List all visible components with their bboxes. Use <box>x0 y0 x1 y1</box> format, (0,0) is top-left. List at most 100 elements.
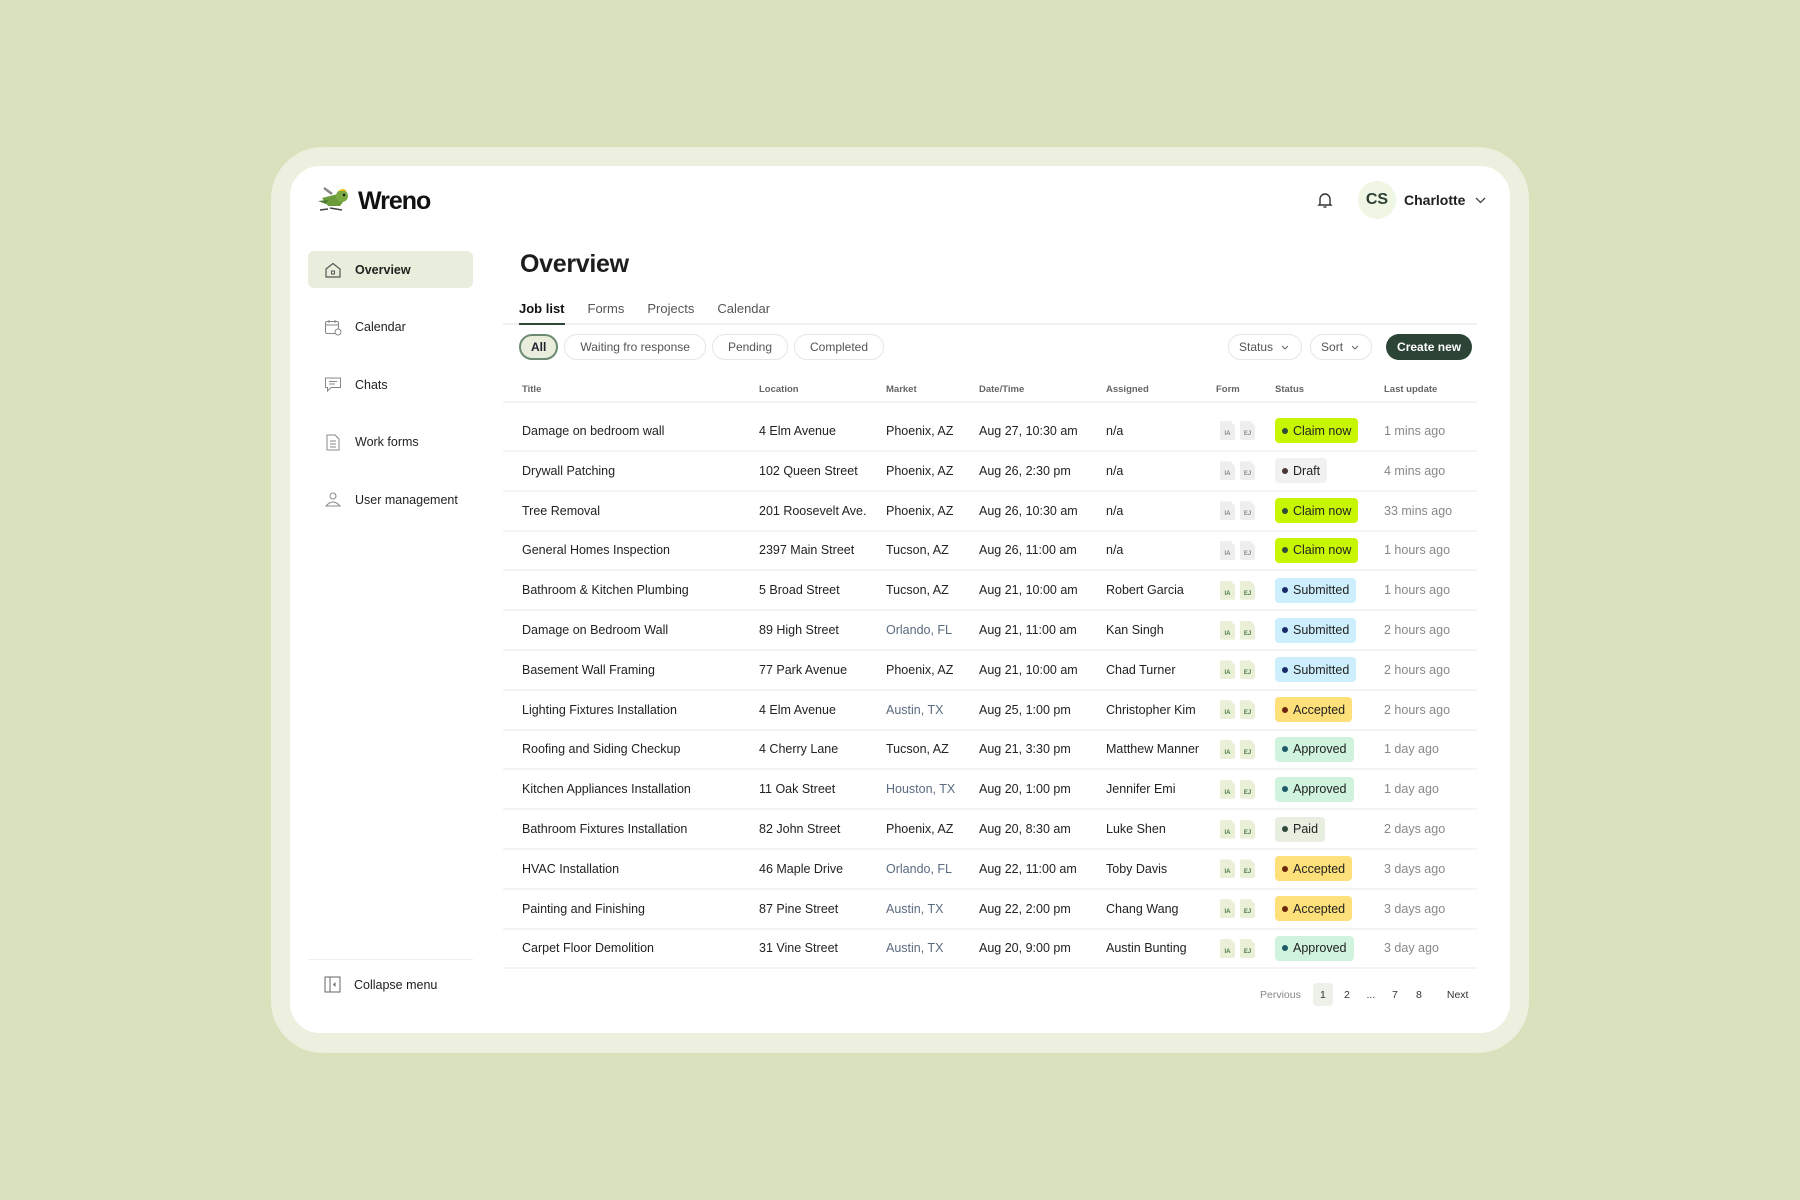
header-location[interactable]: Location <box>759 384 886 395</box>
job-title[interactable]: Damage on bedroom wall <box>503 424 759 438</box>
job-title[interactable]: Lighting Fixtures Installation <box>503 703 759 717</box>
notifications-button[interactable] <box>1310 185 1340 215</box>
form-file-icon[interactable]: IA <box>1220 421 1235 440</box>
table-row[interactable]: HVAC Installation 46 Maple Drive Orlando… <box>503 850 1477 890</box>
form-file-icon[interactable]: EJ <box>1240 779 1255 799</box>
header-last-update[interactable]: Last update <box>1384 384 1477 395</box>
job-title[interactable]: Tree Removal <box>503 504 759 518</box>
form-file-icon[interactable]: IA <box>1220 899 1235 919</box>
header-date[interactable]: Date/Time <box>979 384 1106 395</box>
table-row[interactable]: Basement Wall Framing 77 Park Avenue Pho… <box>503 651 1477 691</box>
filter-all[interactable]: All <box>519 334 559 360</box>
form-file-icon[interactable]: IA <box>1220 779 1235 799</box>
page-button[interactable]: 1 <box>1312 983 1333 1006</box>
header-title[interactable]: Title <box>503 384 759 395</box>
job-title[interactable]: Painting and Finishing <box>503 902 759 916</box>
previous-page-button[interactable]: Pervious <box>1260 989 1301 1001</box>
table-row[interactable]: Roofing and Siding Checkup 4 Cherry Lane… <box>503 731 1477 771</box>
form-file-icon[interactable]: EJ <box>1240 819 1255 839</box>
status-badge[interactable]: Claim now <box>1275 418 1359 443</box>
form-file-icon[interactable]: EJ <box>1240 620 1255 640</box>
filter-pending[interactable]: Pending <box>711 334 788 360</box>
table-row[interactable]: Kitchen Appliances Installation 11 Oak S… <box>503 770 1477 811</box>
page-button[interactable]: 7 <box>1385 983 1405 1006</box>
form-file-icon[interactable]: IA <box>1220 660 1235 680</box>
form-file-icon[interactable]: IA <box>1220 819 1235 839</box>
form-file-icon[interactable]: EJ <box>1240 899 1255 919</box>
table-row[interactable]: Drywall Patching 102 Queen Street Phoeni… <box>503 452 1477 492</box>
table-row[interactable]: Lighting Fixtures Installation 4 Elm Ave… <box>503 691 1477 731</box>
form-file-icon[interactable]: EJ <box>1240 938 1255 958</box>
tab-job-list[interactable]: Job list <box>519 298 565 325</box>
tab-forms[interactable]: Forms <box>588 298 625 325</box>
header-form[interactable]: Form <box>1216 384 1275 395</box>
form-file-icon[interactable]: IA <box>1220 540 1235 560</box>
job-title[interactable]: General Homes Inspection <box>503 543 759 557</box>
form-file-icon[interactable]: EJ <box>1240 660 1255 680</box>
form-file-icon[interactable]: EJ <box>1240 739 1255 759</box>
job-title[interactable]: Drywall Patching <box>503 464 759 478</box>
chevron-down-icon[interactable] <box>1475 197 1486 204</box>
status-badge[interactable]: Claim now <box>1275 498 1359 524</box>
status-badge: Accepted <box>1275 896 1353 922</box>
collapse-menu-button[interactable]: Collapse menu <box>324 976 437 993</box>
tab-calendar[interactable]: Calendar <box>717 298 770 325</box>
table-row[interactable]: Bathroom & Kitchen Plumbing 5 Broad Stre… <box>503 571 1477 612</box>
status-label: Approved <box>1293 941 1347 956</box>
table-row[interactable]: Tree Removal 201 Roosevelt Ave. Phoenix,… <box>503 492 1477 532</box>
job-datetime: Aug 21, 10:00 am <box>979 662 1078 677</box>
sidebar-item-chats[interactable]: Chats <box>308 366 473 403</box>
page-button[interactable]: 8 <box>1409 983 1429 1006</box>
form-file-icon[interactable]: EJ <box>1240 700 1255 720</box>
page-button[interactable]: 2 <box>1337 983 1357 1006</box>
table-row[interactable]: Painting and Finishing 87 Pine Street Au… <box>503 890 1477 930</box>
filter-completed[interactable]: Completed <box>794 334 885 360</box>
job-title[interactable]: Bathroom Fixtures Installation <box>503 822 759 836</box>
avatar[interactable]: CS <box>1358 181 1396 219</box>
sort-dropdown[interactable]: Sort <box>1310 334 1373 360</box>
form-file-icon[interactable]: IA <box>1220 938 1235 958</box>
job-location: 11 Oak Street <box>759 782 836 797</box>
next-page-button[interactable]: Next <box>1447 989 1469 1001</box>
job-title[interactable]: Damage on Bedroom Wall <box>503 623 759 637</box>
filter-waiting[interactable]: Waiting fro response <box>564 334 706 360</box>
user-name[interactable]: Charlotte <box>1404 192 1465 208</box>
brand-logo[interactable]: Wreno <box>316 184 431 218</box>
table-row[interactable]: General Homes Inspection 2397 Main Stree… <box>503 532 1477 572</box>
create-new-button[interactable]: Create new <box>1386 334 1473 360</box>
form-file-icon[interactable]: EJ <box>1240 540 1255 560</box>
table-row[interactable]: Bathroom Fixtures Installation 82 John S… <box>503 810 1477 850</box>
status-dropdown[interactable]: Status <box>1228 334 1303 360</box>
form-file-icon[interactable]: IA <box>1220 501 1235 521</box>
form-file-icon[interactable]: EJ <box>1240 859 1255 879</box>
form-file-icon[interactable]: IA <box>1220 620 1235 640</box>
tab-projects[interactable]: Projects <box>647 298 694 325</box>
form-file-icon[interactable]: IA <box>1220 859 1235 879</box>
form-file-icon[interactable]: EJ <box>1240 421 1255 440</box>
sidebar-item-work-forms[interactable]: Work forms <box>308 424 473 461</box>
job-title[interactable]: Roofing and Siding Checkup <box>503 742 759 756</box>
job-title[interactable]: Bathroom & Kitchen Plumbing <box>503 583 759 597</box>
status-badge[interactable]: Claim now <box>1275 537 1359 563</box>
sidebar-item-user-management[interactable]: User management <box>308 481 473 518</box>
form-file-icon[interactable]: IA <box>1220 580 1235 600</box>
form-file-icon[interactable]: EJ <box>1240 461 1255 481</box>
form-file-icon[interactable]: EJ <box>1240 501 1255 521</box>
job-title[interactable]: Carpet Floor Demolition <box>503 941 759 955</box>
form-file-icon[interactable]: IA <box>1220 739 1235 759</box>
job-title[interactable]: Kitchen Appliances Installation <box>503 782 759 796</box>
form-file-icon[interactable]: IA <box>1220 700 1235 720</box>
sidebar-item-label: Chats <box>355 377 388 392</box>
header-status[interactable]: Status <box>1275 384 1384 395</box>
table-row[interactable]: Carpet Floor Demolition 31 Vine Street A… <box>503 930 1477 970</box>
form-file-icon[interactable]: IA <box>1220 461 1235 481</box>
form-file-icon[interactable]: EJ <box>1240 580 1255 600</box>
header-assigned[interactable]: Assigned <box>1106 384 1216 395</box>
sidebar-item-overview[interactable]: Overview <box>308 251 473 288</box>
job-title[interactable]: Basement Wall Framing <box>503 663 759 677</box>
header-market[interactable]: Market <box>886 384 979 395</box>
sidebar-item-calendar[interactable]: Calendar <box>308 309 473 346</box>
job-title[interactable]: HVAC Installation <box>503 862 759 876</box>
table-row[interactable]: Damage on bedroom wall 4 Elm Avenue Phoe… <box>503 403 1477 452</box>
table-row[interactable]: Damage on Bedroom Wall 89 High Street Or… <box>503 611 1477 651</box>
